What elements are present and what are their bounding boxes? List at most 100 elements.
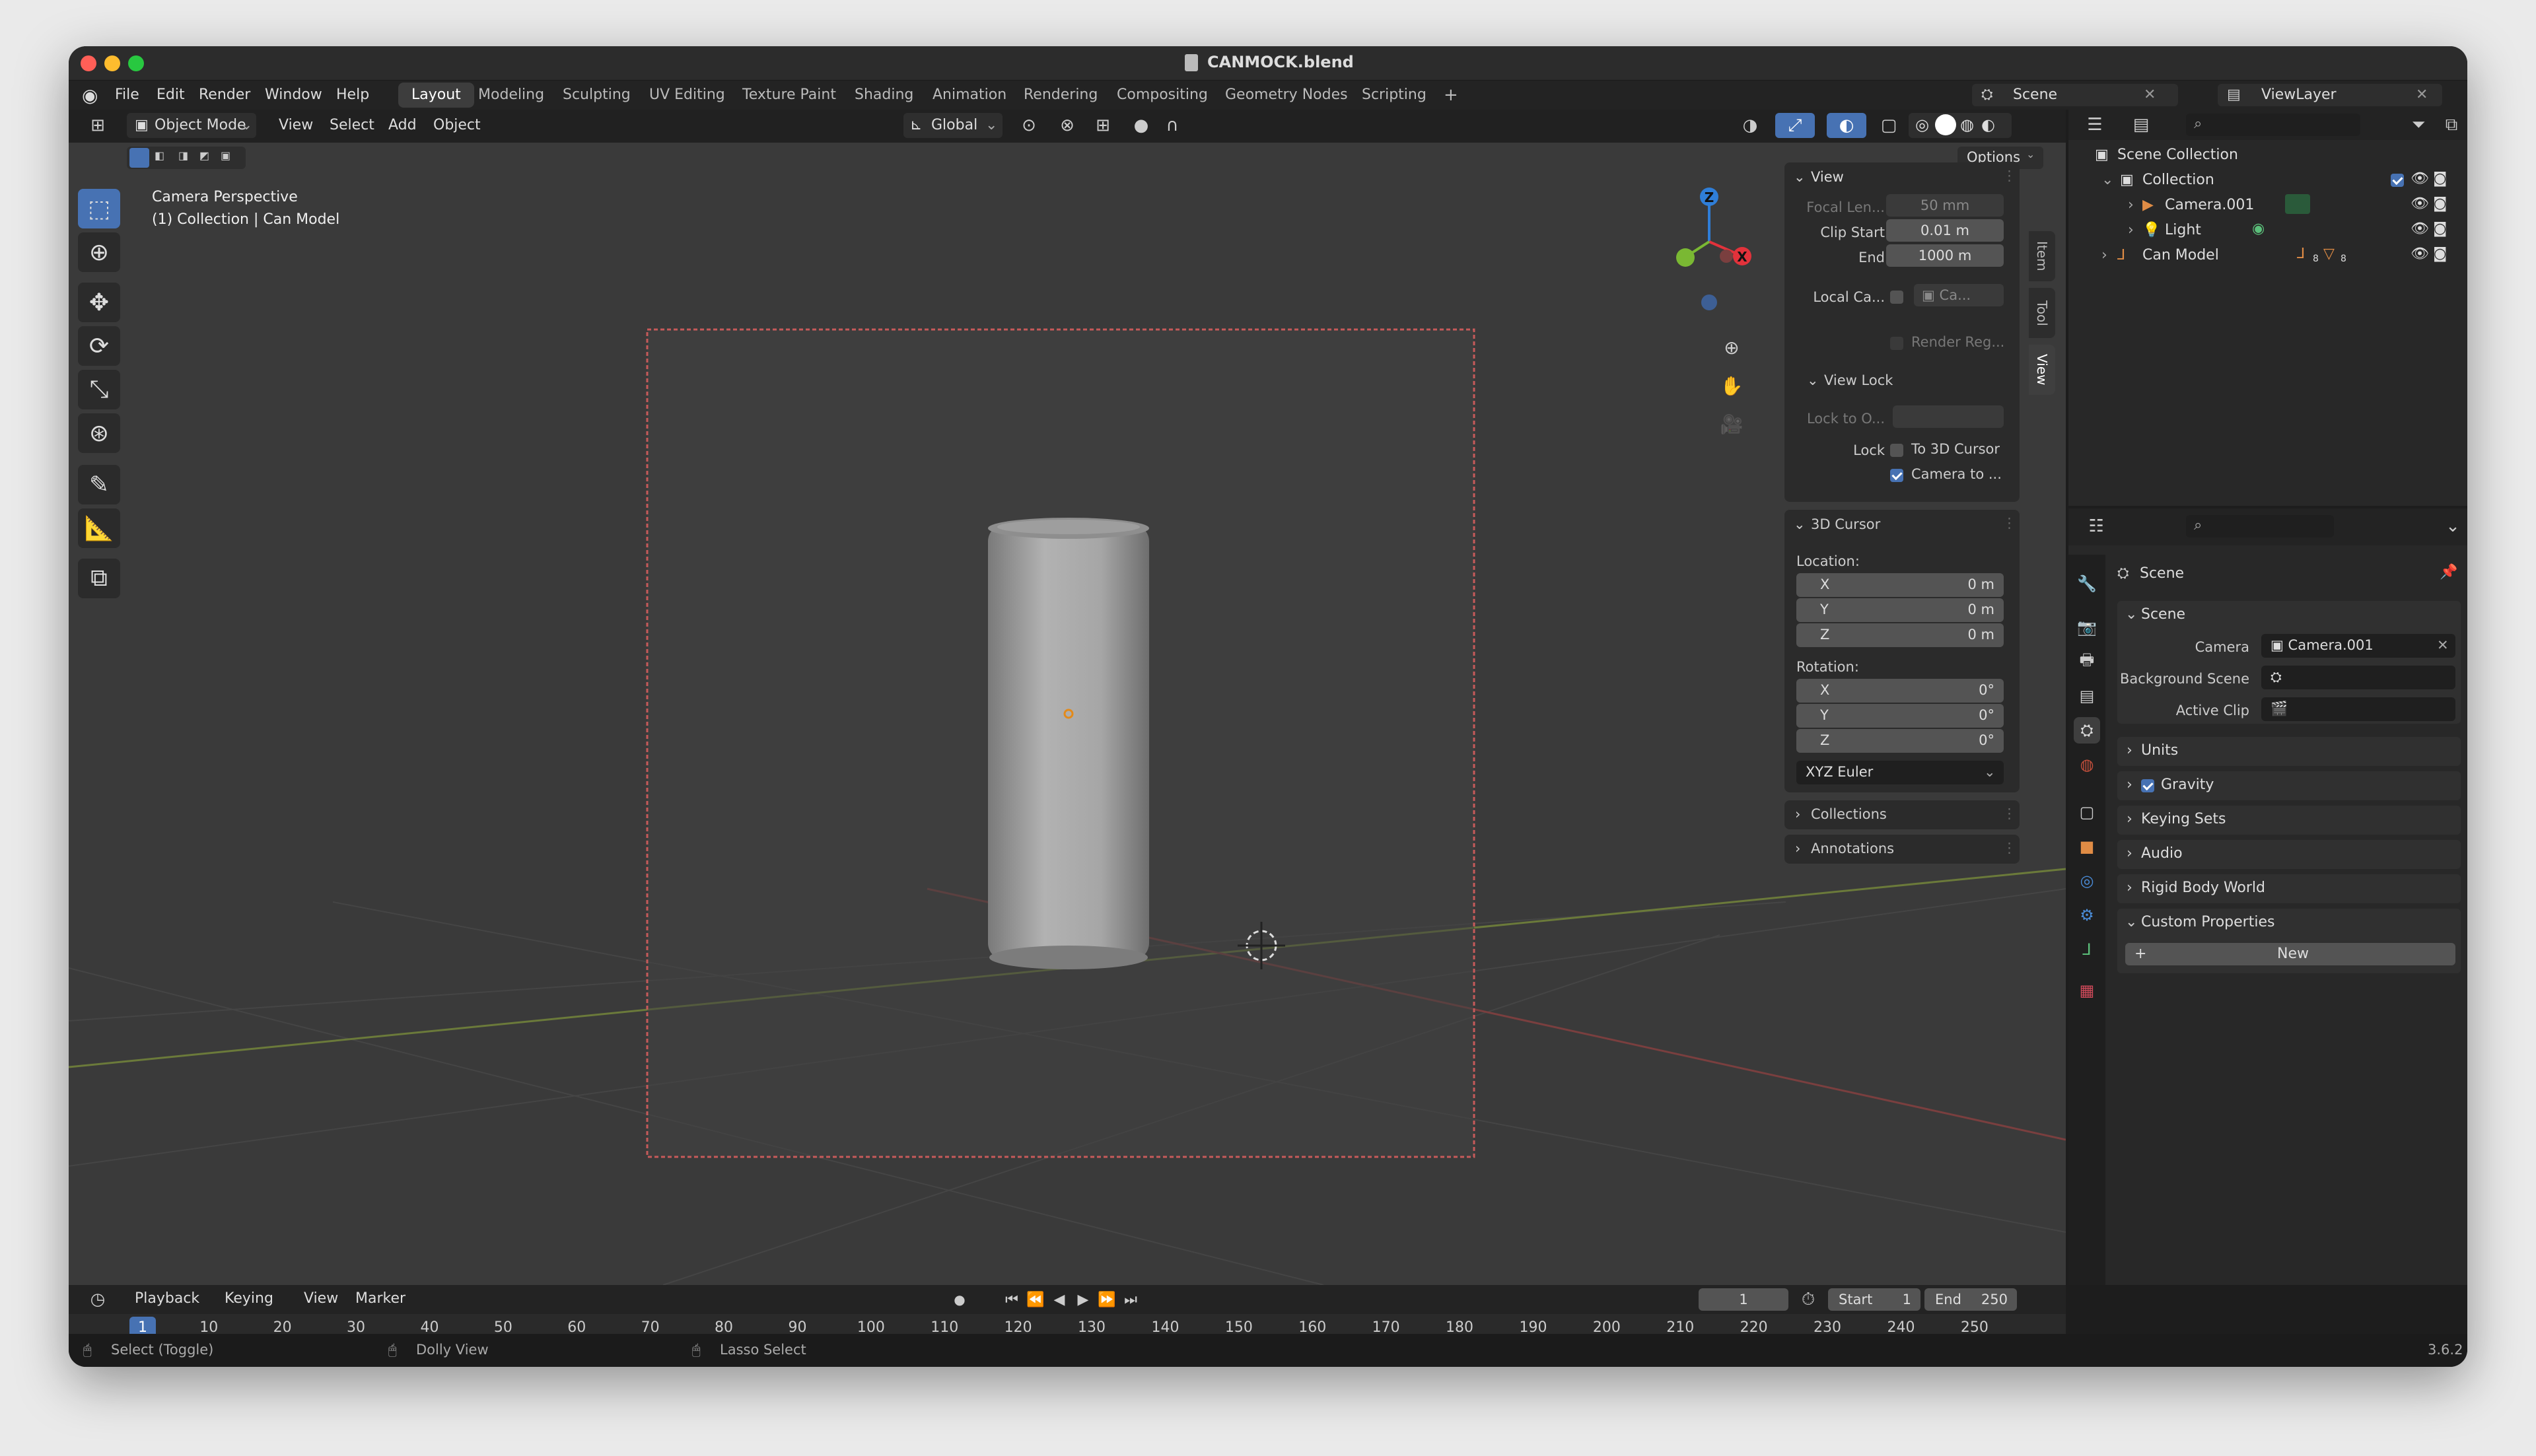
visibility-icon[interactable]: ◑ <box>1730 113 1770 138</box>
drag-handle-icon[interactable]: ⋮ <box>2002 840 2016 856</box>
viewport-menu-view[interactable]: View <box>279 117 313 133</box>
tab-compositing[interactable]: Compositing <box>1104 83 1221 108</box>
select-extend-icon[interactable]: ◧ <box>155 149 164 162</box>
chevron-right-icon[interactable]: › <box>2128 197 2134 213</box>
texture-tab-icon[interactable]: ▦ <box>2074 977 2100 1004</box>
eye-icon[interactable]: 👁 <box>2411 195 2429 212</box>
move-tool-icon[interactable]: ✥ <box>78 283 120 322</box>
chevron-down-icon[interactable]: ⌄ <box>1794 169 1806 185</box>
pivot-point-icon[interactable]: ⊙ <box>1009 113 1049 138</box>
clip-start-field[interactable]: 0.01 m <box>1886 219 2004 242</box>
tab-item[interactable]: Item <box>2029 231 2055 281</box>
close-window-button[interactable] <box>81 55 96 71</box>
solid-shading-icon[interactable] <box>1935 114 1956 135</box>
select-subtract-icon[interactable]: ◨ <box>178 149 188 162</box>
cursor-rotation-x-field[interactable]: X 0° <box>1796 679 2004 703</box>
editor-type-icon[interactable]: ☰ <box>2075 112 2115 137</box>
proportional-edit-icon[interactable]: ● <box>1128 113 1154 138</box>
maximize-window-button[interactable] <box>128 55 144 71</box>
menu-window[interactable]: Window <box>265 87 322 103</box>
tab-animation[interactable]: Animation <box>919 83 1020 108</box>
record-icon[interactable]: ● <box>943 1287 976 1312</box>
camera-render-icon[interactable]: ◙ <box>2433 246 2447 262</box>
menu-render[interactable]: Render <box>199 87 250 103</box>
custom-properties-section-title[interactable]: Custom Properties <box>2141 914 2274 930</box>
tree-row[interactable]: ⌄ ▣ Collection 👁 ◙ <box>2068 168 2467 193</box>
rigid-body-world-section[interactable]: › Rigid Body World <box>2117 874 2461 903</box>
camera-to-view-checkbox[interactable] <box>1890 469 1903 482</box>
tab-tool[interactable]: Tool <box>2029 288 2055 338</box>
cursor-rotation-z-field[interactable]: Z 0° <box>1796 729 2004 753</box>
chevron-right-icon[interactable]: › <box>2128 222 2134 238</box>
jump-keyframe-back-icon[interactable]: ⏪ <box>1024 1287 1047 1312</box>
rotate-tool-icon[interactable]: ⟳ <box>78 326 120 366</box>
camera-render-icon[interactable]: ◙ <box>2433 221 2447 237</box>
select-new-icon[interactable] <box>129 148 149 168</box>
keying-sets-section[interactable]: › Keying Sets <box>2117 806 2461 835</box>
menu-edit[interactable]: Edit <box>157 87 185 103</box>
data-tab-icon[interactable]: ⅃ <box>2074 936 2100 963</box>
output-tab-icon[interactable]: 🖶 <box>2074 648 2100 675</box>
clock-icon[interactable]: ◷ <box>78 1287 118 1312</box>
jump-end-icon[interactable]: ⏭ <box>1119 1287 1143 1312</box>
blender-logo-icon[interactable]: ◉ <box>82 85 98 106</box>
local-camera-field[interactable]: ▣ Ca... <box>1914 284 2004 306</box>
cursor-tool-icon[interactable]: ⊕ <box>78 232 120 272</box>
end-frame-field[interactable]: End 250 <box>1924 1288 2017 1311</box>
viewlayer-selector[interactable]: ▤ ViewLayer ✕ <box>2218 84 2442 106</box>
play-icon[interactable]: ▶ <box>1071 1287 1095 1312</box>
object-tab-icon[interactable]: ■ <box>2074 833 2100 860</box>
select-intersect-icon[interactable]: ▣ <box>221 149 230 162</box>
drag-handle-icon[interactable]: ⋮ <box>2002 168 2016 184</box>
timeline-menu-playback[interactable]: Playback <box>135 1290 199 1307</box>
close-icon[interactable]: ✕ <box>2144 87 2156 103</box>
camera-render-icon[interactable]: ◙ <box>2433 195 2447 212</box>
chevron-down-icon[interactable]: ⌄ <box>2125 606 2137 623</box>
viewport-menu-select[interactable]: Select <box>330 117 374 133</box>
jump-keyframe-forward-icon[interactable]: ⏩ <box>1095 1287 1119 1312</box>
filter-icon[interactable]: ⏷ <box>2399 112 2438 137</box>
gizmo-toggle-icon[interactable]: ⤢ <box>1775 113 1815 138</box>
transform-orientation-selector[interactable]: ⊾ Global ⌄ <box>903 113 1003 138</box>
tab-modeling[interactable]: Modeling <box>465 83 557 108</box>
zoom-icon[interactable]: ⊕ <box>1718 334 1745 361</box>
snap-target-icon[interactable]: ⊞ <box>1083 113 1123 138</box>
mesh-child-icon[interactable]: ▽ <box>2323 246 2335 262</box>
chevron-down-icon[interactable]: ⌄ <box>2441 514 2465 539</box>
gravity-section[interactable]: › Gravity <box>2117 771 2461 800</box>
add-cube-tool-icon[interactable]: ⧉ <box>78 559 120 598</box>
overlay-toggle-icon[interactable]: ◐ <box>1827 113 1866 138</box>
snap-icon[interactable]: ⊗ <box>1054 113 1080 138</box>
mode-selector[interactable]: ▣ Object Mode ⌄ <box>127 113 256 138</box>
viewport-menu-add[interactable]: Add <box>388 117 417 133</box>
tree-row[interactable]: › 💡 Light ◉ 👁 ◙ <box>2068 218 2467 243</box>
drag-handle-icon[interactable]: ⋮ <box>2002 806 2016 821</box>
tool-tab-icon[interactable]: 🔧 <box>2074 571 2100 597</box>
tree-row[interactable]: ▣ Scene Collection <box>2068 143 2467 168</box>
viewport-menu-object[interactable]: Object <box>433 117 481 133</box>
stopwatch-icon[interactable]: ⏱ <box>1796 1287 1820 1312</box>
wireframe-shading-icon[interactable]: ◎ <box>1915 116 1929 134</box>
3d-cursor-panel-title[interactable]: 3D Cursor <box>1811 516 1880 532</box>
select-invert-icon[interactable]: ◩ <box>199 149 209 162</box>
light-data-icon[interactable]: ◉ <box>2252 221 2265 237</box>
add-workspace-button[interactable]: + <box>1430 83 1471 108</box>
tab-view[interactable]: View <box>2029 345 2055 395</box>
view-panel-title[interactable]: View <box>1811 169 1844 185</box>
gravity-checkbox[interactable] <box>2141 779 2154 792</box>
units-section[interactable]: › Units <box>2117 737 2461 766</box>
play-reverse-icon[interactable]: ◀ <box>1047 1287 1071 1312</box>
tree-row[interactable]: › ▶ Camera.001 👁 ◙ <box>2068 193 2467 218</box>
pin-icon[interactable]: 📌 <box>2440 564 2457 580</box>
chevron-right-icon[interactable]: › <box>2101 247 2107 263</box>
display-mode-icon[interactable]: ▤ <box>2121 112 2161 137</box>
view-lock-title[interactable]: View Lock <box>1824 372 1893 388</box>
new-collection-icon[interactable]: ⧉ <box>2440 112 2463 137</box>
collection-exclude-checkbox[interactable] <box>2391 174 2404 187</box>
tab-scripting[interactable]: Scripting <box>1349 83 1440 108</box>
local-camera-checkbox[interactable] <box>1890 291 1903 304</box>
3d-viewport[interactable]: Z X ⊞ ▣ Object Mode ⌄ View Select Add Ob… <box>69 110 2066 1285</box>
eye-icon[interactable]: 👁 <box>2411 170 2429 187</box>
cursor-location-z-field[interactable]: Z 0 m <box>1796 623 2004 647</box>
chevron-down-icon[interactable]: ⌄ <box>2101 172 2113 188</box>
